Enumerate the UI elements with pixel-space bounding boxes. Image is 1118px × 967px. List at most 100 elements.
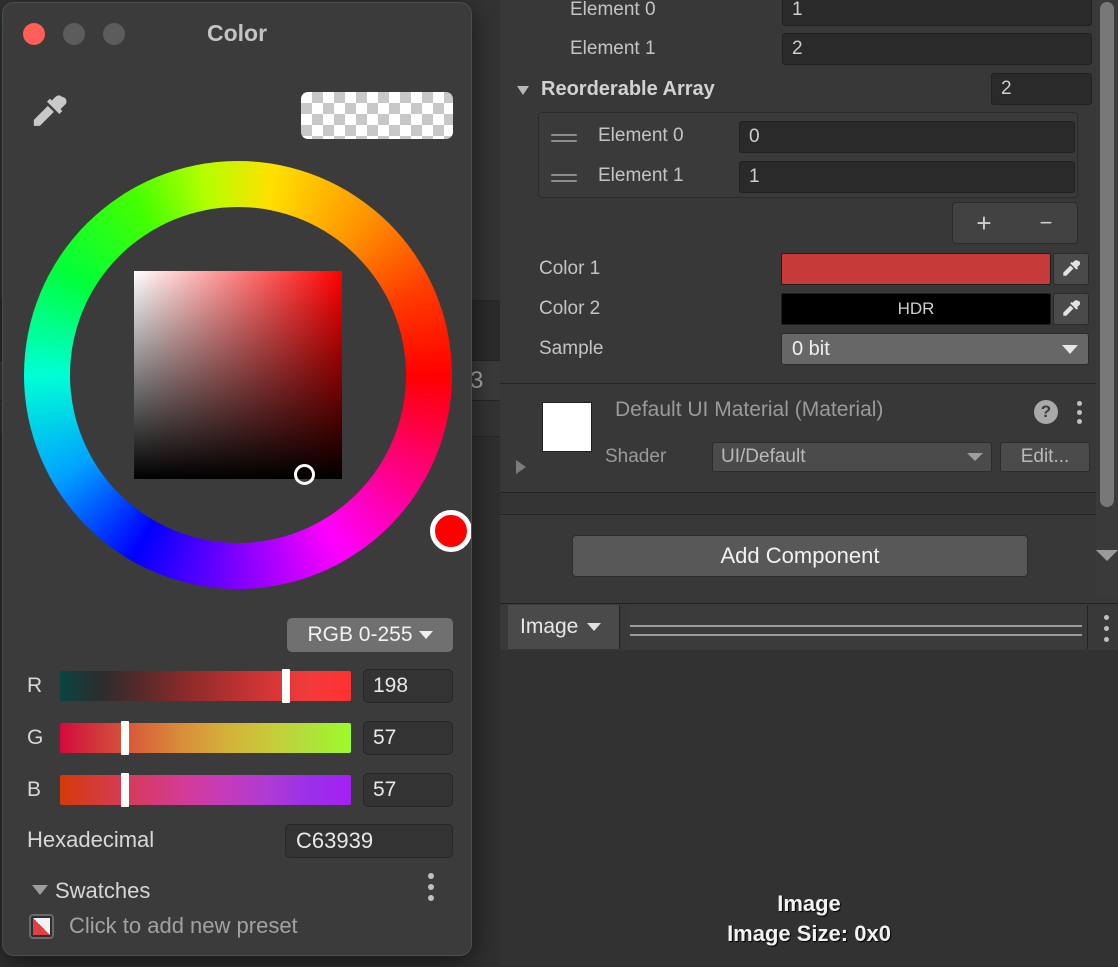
tab-image[interactable]: Image (508, 605, 620, 649)
tab-drag-area[interactable] (627, 605, 1088, 649)
color-1-swatch[interactable] (781, 253, 1051, 285)
add-element-button[interactable]: + (967, 210, 1001, 236)
add-component-button[interactable]: Add Component (572, 535, 1028, 577)
scroll-down-arrow-icon[interactable] (1096, 550, 1118, 561)
inspector-scroll-body: Element 0 1 Element 1 2 Reorderable Arra… (500, 0, 1118, 597)
color-1-eyedropper-button[interactable] (1053, 253, 1089, 285)
array-row-0: Element 0 1 (500, 0, 1118, 26)
slider-r-knob[interactable] (281, 669, 290, 703)
chevron-right-icon[interactable] (516, 460, 526, 474)
swatches-kebab-icon[interactable] (428, 873, 434, 901)
array-row-1: Element 1 2 (500, 33, 1118, 65)
inspector-scrollbar-track[interactable] (1096, 0, 1118, 597)
reorderable-item-1-label: Element 1 (598, 165, 684, 186)
eyedropper-icon (1063, 260, 1081, 276)
reorderable-item-1-field[interactable]: 1 (739, 161, 1075, 193)
slider-g-value[interactable]: 57 (363, 721, 453, 755)
reorderable-item-0-field[interactable]: 0 (739, 121, 1075, 153)
material-thumbnail (542, 402, 592, 452)
chevron-down-icon[interactable] (517, 86, 529, 95)
array-row-1-label: Element 1 (570, 38, 656, 59)
drag-handle-icon[interactable] (551, 131, 577, 145)
slider-b-knob[interactable] (121, 773, 130, 807)
sample-dropdown-value: 0 bit (792, 337, 830, 360)
slider-row-r: R 198 (3, 669, 471, 703)
eyedropper-tool-button[interactable] (29, 91, 69, 133)
chevron-down-icon (418, 631, 433, 639)
hexadecimal-label: Hexadecimal (27, 827, 155, 852)
color-2-eyedropper-button[interactable] (1053, 293, 1089, 325)
chevron-down-icon (1062, 344, 1078, 354)
drag-handle-icon[interactable] (551, 171, 577, 185)
reorderable-array-size-field[interactable]: 2 (991, 73, 1092, 105)
tab-image-label: Image (520, 615, 579, 638)
chevron-down-icon (967, 453, 983, 461)
reorderable-list-box: Element 0 0 Element 1 1 (538, 112, 1078, 198)
slider-row-b: B 57 (3, 773, 471, 807)
preview-kebab-icon[interactable] (1103, 615, 1109, 642)
color-2-label: Color 2 (539, 298, 601, 319)
preview-area: Image Image Size: 0x0 (500, 650, 1118, 966)
color-mode-label: RGB 0-255 (307, 623, 413, 646)
preview-title: Image (777, 891, 841, 916)
background-partial-value: 3 (470, 367, 484, 394)
eyedropper-icon (33, 95, 67, 126)
array-row-0-field[interactable]: 1 (782, 0, 1092, 26)
color-mode-dropdown[interactable]: RGB 0-255 (287, 618, 453, 652)
reorderable-item-1[interactable]: Element 1 1 (539, 161, 1077, 195)
array-add-remove-bar: + − (952, 202, 1078, 244)
inspector-scrollbar-thumb[interactable] (1100, 2, 1114, 507)
chevron-down-icon[interactable] (32, 885, 48, 895)
alpha-preview-swatch[interactable] (301, 92, 453, 139)
shader-value: UI/Default (721, 446, 806, 467)
sample-dropdown[interactable]: 0 bit (781, 333, 1089, 365)
window-title: Color (206, 20, 268, 46)
property-row-color-2: Color 2 HDR (500, 293, 1118, 325)
help-icon[interactable]: ? (1034, 400, 1058, 424)
remove-element-button[interactable]: − (1029, 212, 1063, 234)
material-kebab-icon[interactable] (1076, 401, 1082, 424)
preview-tab-bar: Image (500, 603, 1118, 651)
slider-row-g: G 57 (3, 721, 471, 755)
preview-size-text: Image Size: 0x0 (727, 921, 891, 946)
slider-g-label: G (27, 726, 44, 749)
eyedropper-icon (1063, 300, 1081, 316)
chevron-down-icon (587, 623, 602, 631)
shader-dropdown[interactable]: UI/Default (712, 442, 992, 472)
slider-r-track[interactable] (60, 669, 351, 703)
color-picker-window: Color RGB 0-255 R 198 G 57 B 57 Hexadeci… (2, 2, 472, 956)
edit-shader-button[interactable]: Edit... (1000, 442, 1090, 472)
slider-g-track[interactable] (60, 721, 351, 755)
saturation-value-square[interactable] (134, 271, 342, 479)
slider-b-track[interactable] (60, 773, 351, 807)
color-wheel[interactable] (24, 161, 471, 589)
shader-label: Shader (605, 446, 667, 467)
color-2-swatch[interactable]: HDR (781, 293, 1051, 325)
hexadecimal-input[interactable]: C63939 (285, 824, 453, 858)
reorderable-item-0-label: Element 0 (598, 125, 684, 146)
array-row-0-label: Element 0 (570, 0, 656, 20)
reorderable-item-0[interactable]: Element 0 0 (539, 121, 1077, 155)
material-block: Default UI Material (Material) ? Shader … (500, 384, 1118, 492)
sample-label: Sample (539, 338, 604, 359)
reorderable-array-header[interactable]: Reorderable Array 2 (500, 73, 1118, 105)
property-row-sample: Sample 0 bit (500, 333, 1118, 365)
swatches-title: Swatches (55, 878, 151, 903)
material-title: Default UI Material (Material) (615, 398, 884, 421)
gap-strip (500, 493, 1118, 513)
color-1-label: Color 1 (539, 258, 601, 279)
saturation-value-cursor[interactable] (294, 464, 315, 485)
slider-r-label: R (27, 674, 43, 697)
array-row-1-field[interactable]: 2 (782, 33, 1092, 65)
property-row-color-1: Color 1 (500, 253, 1118, 285)
slider-r-value[interactable]: 198 (363, 669, 453, 703)
hue-ring-cursor[interactable] (430, 510, 471, 552)
add-preset-text: Click to add new preset (69, 913, 298, 938)
reorderable-array-title: Reorderable Array (541, 77, 715, 100)
add-preset-swatch-icon[interactable] (29, 914, 54, 939)
slider-g-knob[interactable] (121, 721, 130, 755)
slider-b-label: B (27, 778, 42, 801)
slider-b-value[interactable]: 57 (363, 773, 453, 807)
hdr-badge: HDR (897, 299, 935, 318)
section-divider-3 (500, 514, 1118, 515)
